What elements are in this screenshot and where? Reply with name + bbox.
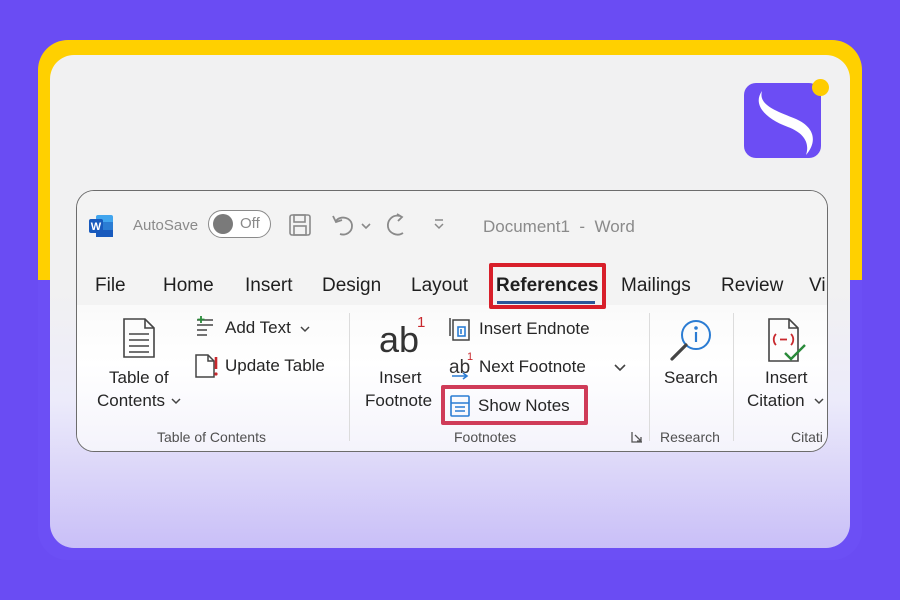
undo-dropdown-icon[interactable] <box>360 218 372 236</box>
group-separator <box>733 313 734 441</box>
chevron-down-icon <box>171 398 181 405</box>
footnotes-group-label: Footnotes <box>454 429 517 445</box>
brand-logo <box>744 79 829 158</box>
superscript-glyph-small: 1 <box>467 351 474 363</box>
group-separator <box>649 313 650 441</box>
tab-home[interactable]: Home <box>163 275 214 297</box>
add-text-label: Add Text <box>225 318 291 337</box>
save-icon[interactable] <box>288 213 312 242</box>
autosave-label: AutoSave <box>133 217 199 234</box>
research-group-label: Research <box>660 429 720 445</box>
search-label: Search <box>664 368 718 387</box>
toggle-knob <box>213 214 233 234</box>
tab-mailings[interactable]: Mailings <box>621 275 691 297</box>
word-logo-icon[interactable]: W <box>88 214 114 238</box>
citations-group-label: Citati <box>791 429 823 445</box>
tab-layout[interactable]: Layout <box>411 275 468 297</box>
document-title: Document1 - Word <box>483 217 635 236</box>
update-table-button[interactable]: Update Table <box>193 353 333 381</box>
add-text-button[interactable]: Add Text <box>193 316 313 342</box>
group-separator <box>349 313 350 441</box>
insert-footnote-icon: ab 1 <box>379 314 429 360</box>
toc-label-line2: Contents <box>97 391 166 410</box>
insert-citation-line2: Citation <box>747 391 805 410</box>
next-footnote-label: Next Footnote <box>479 357 586 376</box>
table-of-contents-button[interactable]: Table of Contents <box>95 315 185 415</box>
redo-icon[interactable] <box>384 212 410 243</box>
tab-insert[interactable]: Insert <box>245 275 293 297</box>
table-of-contents-icon <box>123 318 155 358</box>
tab-view[interactable]: Vi <box>809 275 826 297</box>
autosave-toggle[interactable]: Off <box>208 210 271 238</box>
superscript-glyph: 1 <box>417 314 426 331</box>
svg-text:W: W <box>91 221 102 233</box>
brand-dot <box>812 79 829 96</box>
insert-footnote-line2: Footnote <box>365 391 433 410</box>
autosave-state: Off <box>240 215 260 232</box>
insert-citation-icon <box>768 318 806 362</box>
add-text-icon <box>197 316 213 336</box>
insert-citation-button[interactable]: Insert Citation <box>743 315 827 419</box>
update-table-icon <box>195 354 218 378</box>
brand-swoosh-icon <box>758 91 813 155</box>
next-footnote-icon: ab 1 <box>447 351 475 380</box>
insert-footnote-button[interactable]: ab 1 Insert Footnote <box>361 313 441 417</box>
toc-label-line1: Table of <box>109 368 169 387</box>
update-table-label: Update Table <box>225 356 325 375</box>
chevron-down-icon <box>300 326 310 333</box>
chevron-down-icon <box>814 398 824 405</box>
show-notes-highlight-box <box>441 385 588 425</box>
insert-endnote-button[interactable]: Insert Endnote <box>447 316 607 344</box>
customize-quick-access-icon[interactable] <box>432 217 446 236</box>
search-icon <box>670 320 711 361</box>
tab-file[interactable]: File <box>95 275 126 297</box>
undo-icon[interactable] <box>330 212 356 243</box>
insert-footnote-line1: Insert <box>379 368 422 387</box>
search-button[interactable]: Search <box>659 315 721 395</box>
next-footnote-dropdown-icon[interactable] <box>614 363 626 372</box>
references-highlight-box <box>489 263 606 309</box>
insert-endnote-label: Insert Endnote <box>479 319 590 338</box>
ab-glyph: ab <box>379 319 420 360</box>
tab-review[interactable]: Review <box>721 275 783 297</box>
next-footnote-button[interactable]: ab 1 Next Footnote <box>447 351 627 382</box>
tab-design[interactable]: Design <box>322 275 381 297</box>
word-window: W AutoSave Off Document1 - Word File Hom… <box>76 190 828 452</box>
toc-group-label: Table of Contents <box>157 429 266 445</box>
footnotes-dialog-launcher-icon[interactable] <box>631 431 643 443</box>
insert-endnote-icon <box>449 318 470 341</box>
insert-citation-line1: Insert <box>765 368 808 387</box>
